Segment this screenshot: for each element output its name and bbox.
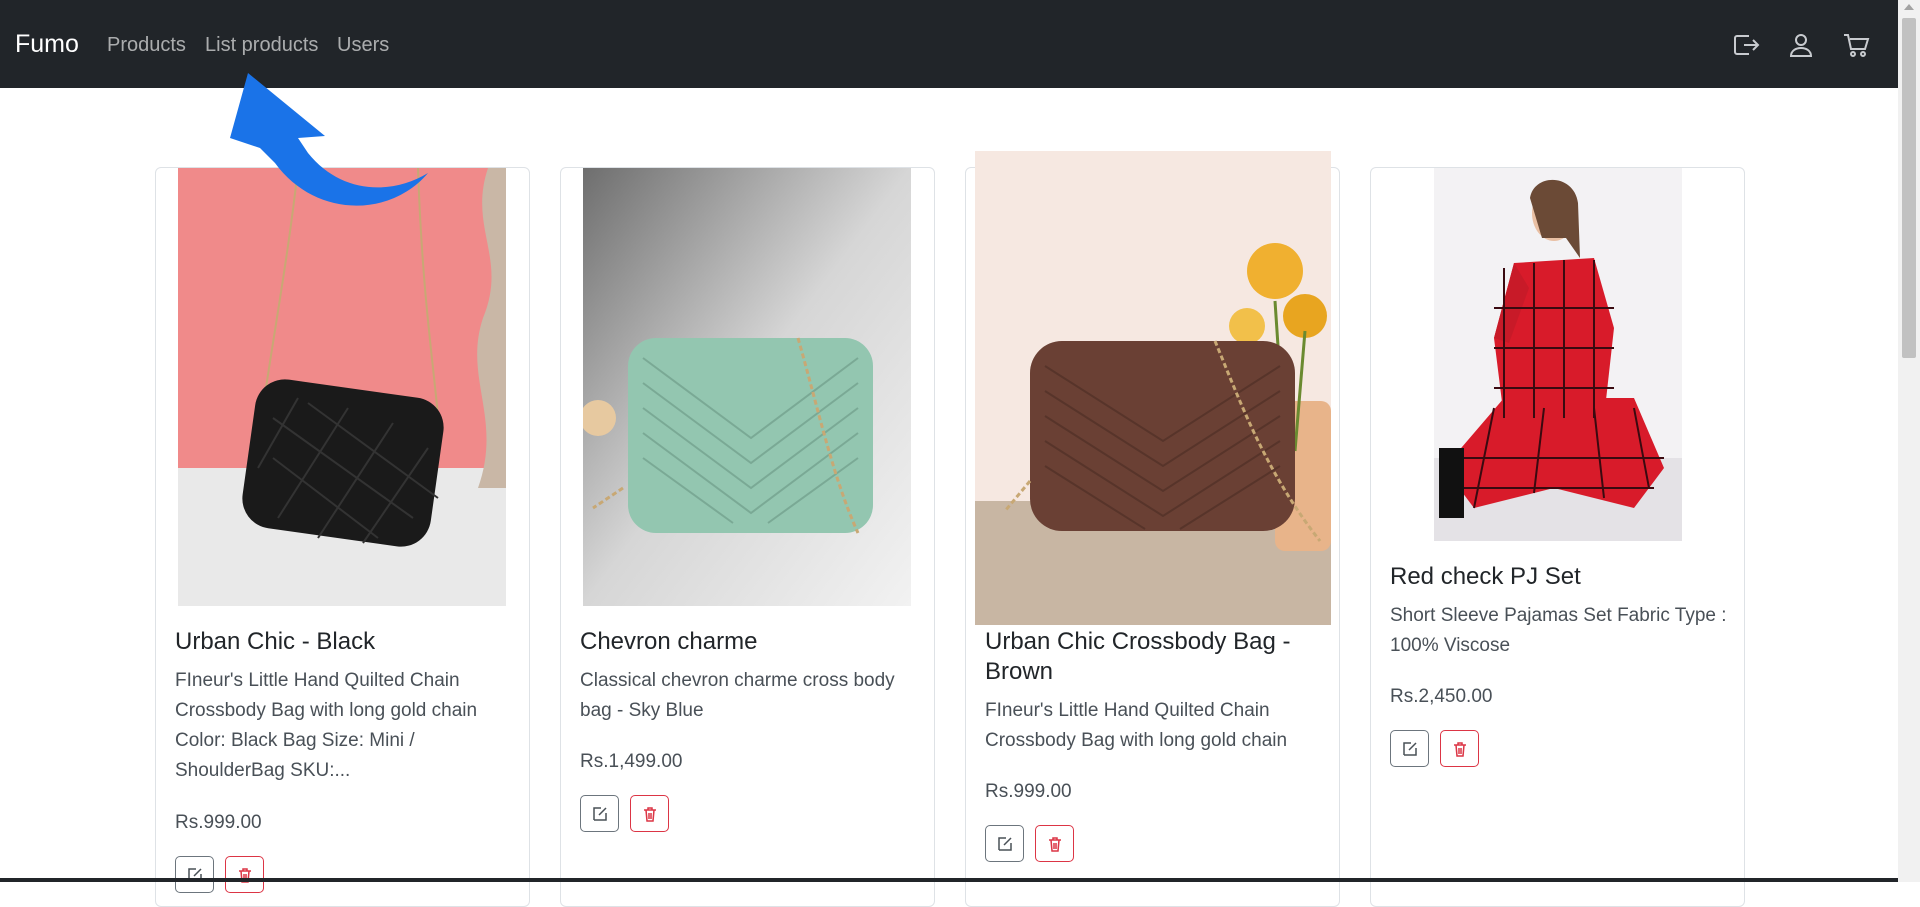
trash-icon: [643, 806, 656, 822]
delete-button[interactable]: [1035, 825, 1074, 862]
product-description: Short Sleeve Pajamas Set Fabric Type : 1…: [1390, 605, 1727, 656]
nav-link-users[interactable]: Users: [337, 34, 389, 57]
edit-button[interactable]: [175, 856, 214, 893]
product-price: Rs.1,499.00: [580, 751, 683, 772]
product-title: Urban Chic - Black: [175, 628, 376, 655]
product-price: Rs.2,450.00: [1390, 686, 1493, 707]
cart-icon[interactable]: [1842, 32, 1870, 58]
product-card: Chevron charme Classical chevron charme …: [560, 167, 935, 907]
product-description: Classical chevron charme cross body bag …: [580, 670, 895, 721]
product-price: Rs.999.00: [985, 781, 1072, 802]
product-price: Rs.999.00: [175, 812, 262, 833]
scroll-up-arrow-icon[interactable]: [1904, 4, 1914, 10]
nav-link-list-products[interactable]: List products: [205, 34, 318, 57]
product-title: Red check PJ Set: [1390, 563, 1581, 590]
product-card: Red check PJ Set Short Sleeve Pajamas Se…: [1370, 167, 1745, 907]
delete-button[interactable]: [225, 856, 264, 893]
delete-button[interactable]: [1440, 730, 1479, 767]
scrollbar-thumb[interactable]: [1902, 18, 1916, 358]
product-image-red-pj-set: [1434, 168, 1682, 541]
edit-button[interactable]: [1390, 730, 1429, 767]
edit-icon: [1402, 741, 1417, 756]
edit-icon: [997, 836, 1012, 851]
product-image-brown-bag: [975, 151, 1331, 625]
edit-icon: [592, 806, 607, 821]
trash-icon: [1453, 741, 1466, 757]
product-card: Urban Chic Crossbody Bag - Brown FIneur'…: [965, 151, 1340, 907]
product-title: Chevron charme: [580, 628, 758, 655]
product-description: FIneur's Little Hand Quilted Chain Cross…: [985, 700, 1288, 751]
user-icon[interactable]: [1787, 32, 1815, 58]
edit-button[interactable]: [580, 795, 619, 832]
nav-link-products[interactable]: Products: [107, 34, 186, 57]
product-image-black-bag: [178, 168, 506, 606]
logout-icon[interactable]: [1732, 32, 1760, 58]
product-description: FIneur's Little Hand Quilted Chain Cross…: [175, 670, 478, 781]
product-image-sky-blue-bag: [583, 168, 911, 606]
bottom-edge: [0, 878, 1898, 882]
brand-logo[interactable]: Fumo: [15, 30, 79, 59]
delete-button[interactable]: [630, 795, 669, 832]
product-card: Urban Chic - Black FIneur's Little Hand …: [155, 167, 530, 907]
product-title: Urban Chic Crossbody Bag - Brown: [985, 628, 1291, 685]
annotation-arrow-icon: [220, 68, 440, 223]
page-scrollbar[interactable]: [1898, 0, 1920, 882]
trash-icon: [1048, 836, 1061, 852]
edit-button[interactable]: [985, 825, 1024, 862]
